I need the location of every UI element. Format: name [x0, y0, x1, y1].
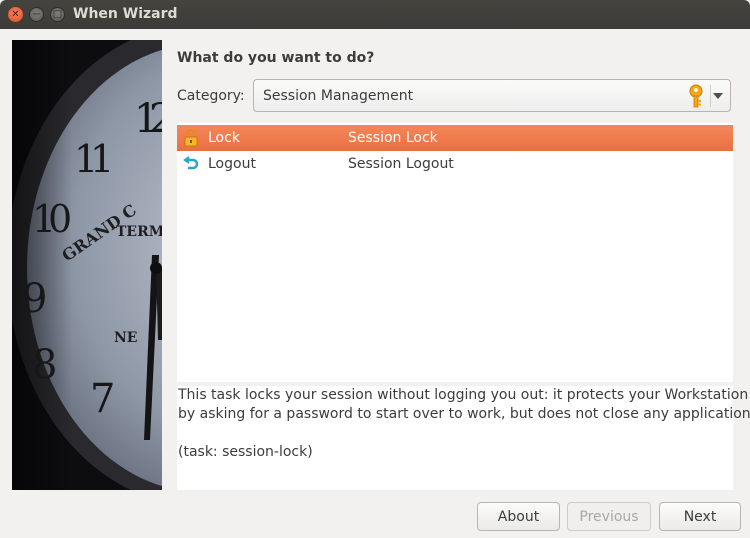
lock-icon [182, 129, 200, 147]
category-select[interactable]: Session Management [253, 79, 731, 112]
svg-text:8: 8 [32, 342, 57, 388]
task-description: Session Lock [348, 130, 438, 146]
svg-text:2: 2 [149, 96, 162, 142]
details-line: by asking for a password to start over t… [178, 406, 750, 422]
svg-text:TERMI: TERMI [116, 224, 162, 240]
when-wizard-window: ✕ − □ When Wizard 1 2 1 1 1 0 9 8 7 GRAN… [0, 0, 750, 538]
svg-text:1: 1 [90, 137, 114, 181]
category-value: Session Management [263, 88, 414, 104]
maximize-icon[interactable]: □ [50, 7, 65, 22]
clock-image: 1 2 1 1 1 0 9 8 7 GRAND C TERMI NE [12, 40, 162, 490]
svg-text:NE: NE [114, 330, 137, 346]
close-icon[interactable]: ✕ [8, 7, 23, 22]
task-list: Lock Session Lock Logout Session Logout [177, 123, 733, 382]
category-label: Category: [177, 88, 245, 104]
task-row-logout[interactable]: Logout Session Logout [177, 151, 733, 177]
window-title: When Wizard [73, 6, 178, 22]
svg-text:9: 9 [22, 276, 47, 322]
combo-separator [710, 85, 711, 107]
task-name: Logout [208, 156, 256, 172]
key-icon [686, 84, 706, 112]
logout-icon [182, 155, 200, 173]
details-task-id: (task: session-lock) [178, 444, 313, 460]
title-bar[interactable]: ✕ − □ When Wizard [0, 0, 750, 29]
task-row-lock[interactable]: Lock Session Lock [177, 125, 733, 151]
page-heading: What do you want to do? [177, 50, 375, 66]
minimize-icon[interactable]: − [29, 7, 44, 22]
chevron-down-icon[interactable] [713, 93, 723, 99]
previous-button[interactable]: Previous [567, 502, 651, 531]
details-blank [178, 424, 733, 443]
next-button[interactable]: Next [659, 502, 741, 531]
about-button[interactable]: About [477, 502, 560, 531]
task-details: This task locks your session without log… [177, 386, 750, 490]
svg-text:0: 0 [48, 197, 72, 241]
task-name: Lock [208, 130, 240, 146]
svg-text:7: 7 [90, 376, 115, 422]
details-line: This task locks your session without log… [178, 387, 749, 403]
task-description: Session Logout [348, 156, 454, 172]
